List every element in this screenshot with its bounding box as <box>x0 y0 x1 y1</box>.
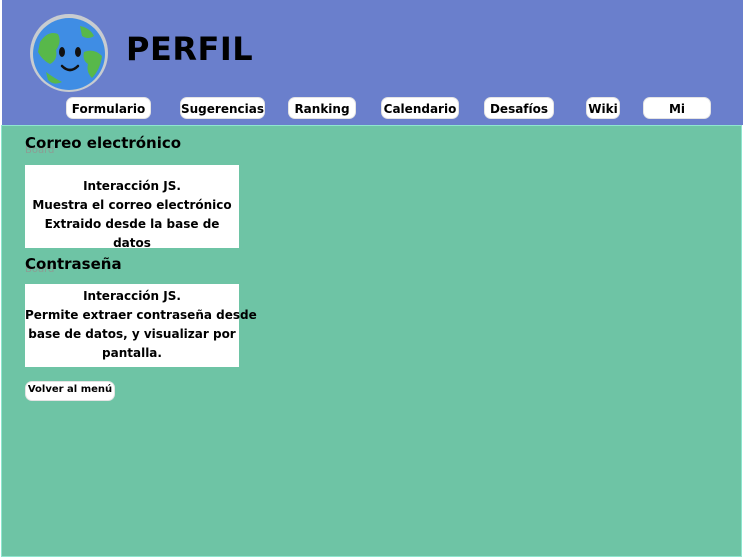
password-card-line: pantalla. <box>102 346 162 360</box>
nav-sugerencias-button[interactable]: Sugerencias <box>180 97 265 119</box>
nav-formulario-button[interactable]: Formulario <box>66 97 151 119</box>
smiling-earth-globe-icon <box>30 14 108 92</box>
page-title: PERFIL <box>126 30 254 68</box>
nav-desafios-button[interactable]: Desafíos <box>484 97 554 119</box>
email-card: Interacción JS. Muestra el correo electr… <box>25 165 239 250</box>
password-card-line: base de datos, y visualizar por <box>28 327 236 341</box>
password-card-line: Interacción JS. <box>83 289 181 303</box>
nav-calendario-button[interactable]: Calendario <box>381 97 459 119</box>
header-bar: PERFIL Formulario Sugerencias Ranking Ca… <box>2 0 743 138</box>
email-card-line: Muestra el correo electrónico <box>32 198 232 212</box>
email-section-title: Correo electrónico <box>25 134 182 152</box>
password-card-line: Permite extraer contraseña desde <box>25 308 257 322</box>
password-section-title: Contraseña <box>25 255 122 273</box>
nav-mi-cuenta-button[interactable]: Mi cuenta <box>643 97 711 138</box>
email-card-line: Interacción JS. <box>83 179 181 193</box>
password-card: Interacción JS. Permite extraer contrase… <box>25 284 257 367</box>
nav-ranking-button[interactable]: Ranking <box>288 97 356 119</box>
nav-wiki-button[interactable]: Wiki <box>586 97 620 119</box>
email-card-line: Extraido desde la base de datos <box>44 217 220 250</box>
back-to-menu-button[interactable]: Volver al menú <box>25 381 115 401</box>
